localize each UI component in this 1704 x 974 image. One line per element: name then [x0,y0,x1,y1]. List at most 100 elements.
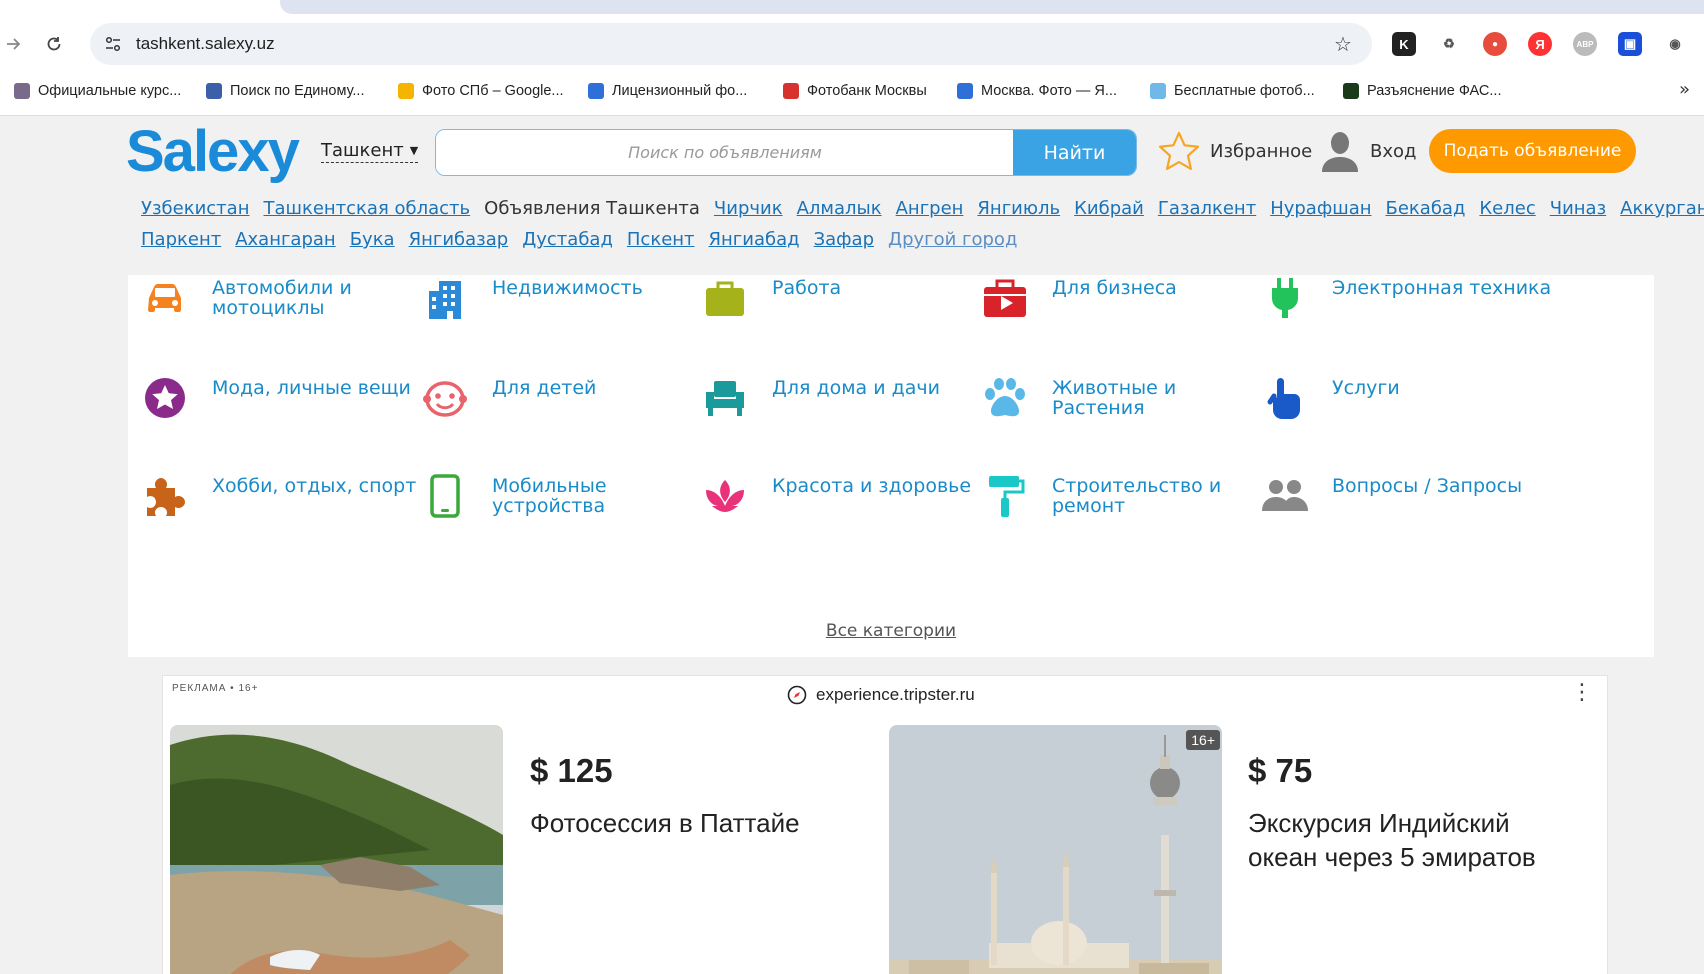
bookmark-item[interactable]: Лицензионный фо... [588,79,747,103]
cat-business[interactable]: Для бизнеса [982,275,1282,335]
recycle-extension-icon[interactable]: ♻ [1437,32,1461,56]
smartphone-icon [422,473,468,519]
region-link[interactable]: Пскент [627,229,695,250]
login-link[interactable]: Вход [1320,129,1416,173]
bookmark-favicon-icon [206,83,222,99]
ad-card-1-title[interactable]: Фотосессия в Паттайе [530,806,860,840]
region-link[interactable]: Бука [350,229,395,250]
more-vertical-icon[interactable]: ⋮ [1571,682,1593,704]
ad-domain-text: experience.tripster.ru [816,685,975,704]
region-link[interactable]: Чирчик [714,198,783,219]
address-bar[interactable]: tashkent.salexy.uz ☆ [90,23,1372,65]
ad-card-2-image[interactable]: 16+ [889,725,1222,974]
city-select[interactable]: Ташкент ▼ [321,140,419,163]
cat-home[interactable]: Для дома и дачи [702,375,1002,435]
ad-card-1-price: $ 125 [530,752,613,789]
cat-fashion[interactable]: Мода, личные вещи [142,375,442,435]
k-extension-icon[interactable]: K [1392,32,1416,56]
category-label: Работа [772,277,842,299]
bookmark-favicon-icon [783,83,799,99]
bookmark-label: Фото СПб – Google... [422,83,564,99]
category-label: Для дома и дачи [772,377,940,399]
bookmark-favicon-icon [957,83,973,99]
url-text[interactable]: tashkent.salexy.uz [136,34,275,54]
cat-electronics[interactable]: Электронная техника [1262,275,1562,335]
region-current: Объявления Ташкента [484,198,700,219]
record-extension-icon[interactable]: ● [1483,32,1507,56]
age-badge: 16+ [1186,730,1220,750]
chevron-down-icon: ▼ [409,144,419,157]
region-link[interactable]: Чиназ [1550,198,1606,219]
yandex-extension-icon[interactable]: Я [1528,32,1552,56]
ad-card-1-image[interactable] [170,725,503,974]
favorites-link[interactable]: Избранное [1158,129,1312,173]
region-link[interactable]: Келес [1479,198,1535,219]
cat-mobile[interactable]: Мобильные устройства [422,473,722,533]
cat-animals[interactable]: Животные и Растения [982,375,1282,435]
bookmark-item[interactable]: Бесплатные фотоб... [1150,79,1315,103]
region-link[interactable]: Аккурган [1620,198,1704,219]
city-select-label: Ташкент [321,140,404,161]
bookmark-item[interactable]: Фото СПб – Google... [398,79,564,103]
ad-domain[interactable]: experience.tripster.ru [787,685,975,705]
category-label: Для бизнеса [1052,277,1177,299]
all-categories-link[interactable]: Все категории [128,621,1654,641]
cat-questions[interactable]: Вопросы / Запросы [1262,473,1562,533]
favorites-label: Избранное [1210,140,1313,162]
ad-block: РЕКЛАМА • 16+ experience.tripster.ru ⋮ $… [162,675,1608,974]
ad-card-2-price: $ 75 [1248,752,1313,789]
region-link[interactable]: Янгиюль [977,198,1060,219]
adblock-extension-icon[interactable]: ABP [1573,32,1597,56]
post-ad-button[interactable]: Подать объявление [1429,129,1636,173]
region-link[interactable]: Ангрен [896,198,964,219]
cat-kids[interactable]: Для детей [422,375,722,435]
puzzle-extension-icon[interactable]: ◉ [1663,32,1687,56]
region-link[interactable]: Ташкентская область [263,198,470,219]
cat-services[interactable]: Услуги [1262,375,1562,435]
more-bookmarks-icon[interactable]: » [1679,79,1690,100]
tab-strip [280,0,1704,14]
beach-photo [170,725,503,974]
region-link[interactable]: Узбекистан [141,198,249,219]
region-link[interactable]: Газалкент [1158,198,1256,219]
category-label: Хобби, отдых, спорт [212,475,417,497]
bookmark-item[interactable]: Поиск по Единому... [206,79,364,103]
car-icon [142,275,188,321]
region-link[interactable]: Паркент [141,229,221,250]
region-link[interactable]: Кибрай [1074,198,1144,219]
screenshot-extension-icon[interactable]: ▣ [1618,32,1642,56]
other-city-link[interactable]: Другой город [888,229,1017,250]
category-label: Животные и Растения [1052,377,1177,419]
region-link[interactable]: Алмалык [797,198,882,219]
cat-construction[interactable]: Строительство и ремонт [982,473,1282,533]
cat-jobs[interactable]: Работа [702,275,1002,335]
cat-realty[interactable]: Недвижимость [422,275,722,335]
region-link[interactable]: Ахангаран [235,229,335,250]
region-link[interactable]: Янгибазар [409,229,509,250]
region-link[interactable]: Нурафшан [1270,198,1371,219]
bookmark-star-icon[interactable]: ☆ [1330,31,1356,57]
bookmark-label: Разъяснение ФАС... [1367,83,1502,99]
people-icon [1262,473,1308,519]
forward-button[interactable] [0,30,28,58]
bookmark-item[interactable]: Официальные курс... [14,79,181,103]
bookmark-item[interactable]: Фотобанк Москвы [783,79,927,103]
search-button[interactable]: Найти [1013,130,1136,175]
cat-beauty[interactable]: Красота и здоровье [702,473,1002,533]
category-label: Услуги [1332,377,1400,399]
site-settings-icon[interactable] [101,32,125,56]
site-logo[interactable]: Salexy [126,118,300,185]
region-link[interactable]: Бекабад [1386,198,1466,219]
compass-icon [787,685,807,705]
bookmark-item[interactable]: Москва. Фото — Я... [957,79,1117,103]
cat-auto[interactable]: Автомобили и мотоциклы [142,275,442,335]
ad-card-2-title[interactable]: Экскурсия Индийский океан через 5 эмират… [1248,806,1578,874]
region-link[interactable]: Зафар [814,229,874,250]
reload-button[interactable] [40,30,68,58]
category-label: Мода, личные вещи [212,377,411,399]
region-link[interactable]: Дустабад [522,229,613,250]
search-input[interactable] [436,130,1014,175]
region-link[interactable]: Янгиабад [709,229,800,250]
bookmark-item[interactable]: Разъяснение ФАС... [1343,79,1501,103]
cat-hobby[interactable]: Хобби, отдых, спорт [142,473,442,533]
